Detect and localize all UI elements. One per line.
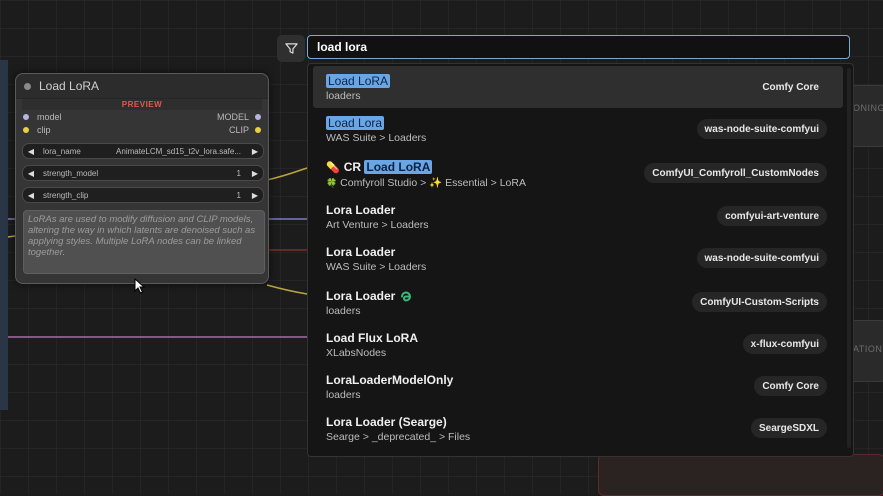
node-header[interactable]: Load LoRA	[16, 74, 268, 99]
background-node-left-edge	[0, 60, 8, 410]
result-item[interactable]: Load Lora WAS Suite > Loaders was-node-s…	[313, 108, 843, 150]
background-node-text: ATIONING	[853, 344, 883, 354]
widget-value: 1	[236, 168, 241, 178]
widget-value: 1	[236, 190, 241, 200]
result-title: Lora Loader (Searge)	[326, 415, 447, 429]
output-slot-model[interactable]: MODEL	[217, 112, 261, 122]
widget-name: strength_model	[43, 168, 99, 178]
result-title: Load Flux LoRA	[326, 331, 418, 345]
lora-name-combo[interactable]: ◀ lora_name AnimateLCM_sd15_t2v_lora.saf…	[22, 143, 264, 159]
arrow-right-icon[interactable]: ▶	[247, 169, 263, 178]
filter-button[interactable]	[277, 35, 305, 62]
result-title: Lora Loader	[326, 203, 396, 217]
widget-value: AnimateLCM_sd15_t2v_lora.safe...	[116, 146, 241, 156]
arrow-left-icon[interactable]: ◀	[23, 191, 39, 200]
result-title-highlight: Load LoRA	[326, 74, 391, 88]
arrow-left-icon[interactable]: ◀	[23, 169, 39, 178]
result-item[interactable]: Lora Loader (Searge) Searge > _deprecate…	[313, 407, 843, 449]
node-description: LoRAs are used to modify diffusion and C…	[23, 210, 265, 274]
result-title: CR	[343, 160, 365, 174]
result-source-badge: Comfy Core	[754, 376, 827, 396]
output-label: MODEL	[216, 112, 249, 122]
result-item[interactable]: Load LoRA loaders Comfy Core	[313, 66, 843, 108]
output-label: CLIP	[228, 125, 249, 135]
result-title-highlight: Load LoRA	[364, 160, 433, 174]
arrow-left-icon[interactable]: ◀	[23, 147, 39, 156]
result-item[interactable]: Load Flux LoRA XLabsNodes x-flux-comfyui	[313, 323, 843, 365]
result-source-badge: x-flux-comfyui	[742, 334, 827, 354]
strength-model-stepper[interactable]: ◀ strength_model 1 ▶	[22, 165, 264, 181]
result-source-badge: SeargeSDXL	[750, 418, 827, 438]
result-category: Searge > _deprecated_ > Files	[326, 431, 471, 443]
result-title: LoraLoaderModelOnly	[326, 373, 454, 387]
preview-label: PREVIEW	[22, 99, 262, 110]
search-results-list: Load LoRA loaders Comfy Core Load Lora W…	[307, 63, 854, 457]
result-category: XLabsNodes	[326, 347, 387, 359]
mouse-cursor-icon	[134, 278, 146, 294]
result-category: Comfyroll Studio > ✨ Essential > LoRA	[340, 177, 526, 189]
snake-icon	[401, 291, 412, 302]
result-category: Art Venture > Loaders	[326, 219, 429, 231]
result-source-badge: ComfyUI-Custom-Scripts	[692, 292, 827, 312]
input-label: model	[37, 112, 62, 122]
search-input[interactable]: load lora	[307, 35, 850, 59]
result-source-badge: was-node-suite-comfyui	[696, 248, 827, 268]
input-slot-model[interactable]: model	[23, 112, 62, 122]
background-node-text: ONING	[853, 103, 883, 113]
load-lora-node[interactable]: Load LoRA PREVIEW model clip MODEL CLIP …	[15, 73, 269, 284]
result-source-badge: was-node-suite-comfyui	[696, 119, 827, 139]
arrow-right-icon[interactable]: ▶	[247, 191, 263, 200]
result-category: loaders	[326, 90, 361, 102]
result-item[interactable]: Lora Loader loaders ComfyUI-Custom-Scrip…	[313, 281, 843, 323]
wire-yellow-low	[266, 284, 308, 295]
output-slot-clip[interactable]: CLIP	[229, 125, 261, 135]
collapse-dot-icon[interactable]	[24, 82, 31, 90]
result-item[interactable]: Lora Loader Art Venture > Loaders comfyu…	[313, 195, 843, 237]
result-category: WAS Suite > Loaders	[326, 132, 427, 144]
pill-icon: 💊	[326, 161, 340, 174]
input-label: clip	[37, 125, 51, 135]
widget-name: lora_name	[43, 146, 81, 156]
filter-icon	[284, 43, 298, 54]
background-node-bottom	[598, 454, 883, 496]
result-source-badge: ComfyUI_Comfyroll_CustomNodes	[644, 163, 827, 183]
search-query: load lora	[317, 40, 368, 54]
results-scrollbar[interactable]	[847, 68, 851, 448]
input-slot-clip[interactable]: clip	[23, 125, 51, 135]
slot-dot-icon	[23, 127, 29, 133]
result-item[interactable]: 💊 CR Load LoRA 🍀 Comfyroll Studio > ✨ Es…	[313, 152, 843, 194]
slot-dot-icon	[255, 114, 261, 120]
wire-yellow-right	[266, 167, 308, 181]
slot-dot-icon	[255, 127, 261, 133]
slot-dot-icon	[23, 114, 29, 120]
result-category: loaders	[326, 305, 361, 317]
result-source-badge: comfyui-art-venture	[717, 206, 827, 226]
node-title: Load LoRA	[39, 79, 100, 93]
result-title: Lora Loader	[326, 245, 396, 259]
widget-name: strength_clip	[43, 190, 89, 200]
result-category-line: 🍀 Comfyroll Studio > ✨ Essential > LoRA	[326, 176, 526, 189]
result-item[interactable]: Lora Loader WAS Suite > Loaders was-node…	[313, 237, 843, 279]
result-category: WAS Suite > Loaders	[326, 261, 427, 273]
result-title: Lora Loader	[326, 289, 396, 303]
result-title-highlight: Load Lora	[326, 116, 385, 130]
strength-clip-stepper[interactable]: ◀ strength_clip 1 ▶	[22, 187, 264, 203]
arrow-right-icon[interactable]: ▶	[247, 147, 263, 156]
clover-icon: 🍀	[326, 178, 338, 188]
result-item[interactable]: LoraLoaderModelOnly loaders Comfy Core	[313, 365, 843, 407]
result-category: loaders	[326, 389, 361, 401]
result-source-badge: Comfy Core	[762, 81, 819, 93]
